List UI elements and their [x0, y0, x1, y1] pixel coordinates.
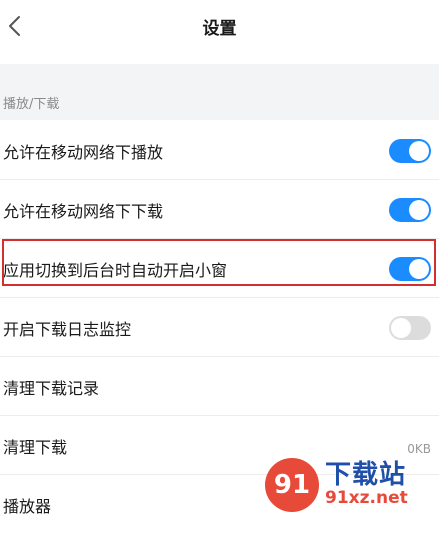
watermark-name: 下载站: [325, 460, 407, 490]
section-label: 播放/下载: [3, 97, 60, 112]
site-watermark: 91 下载站 91xz.net: [265, 452, 435, 514]
toggle-switch-mobile-download[interactable]: [389, 197, 431, 222]
settings-row-mobile-download[interactable]: 允许在移动网络下下载: [0, 180, 439, 239]
settings-row-download-log[interactable]: 开启下载日志监控: [0, 298, 439, 357]
settings-row-clear-history[interactable]: 清理下载记录: [0, 357, 439, 416]
page-title: 设置: [202, 19, 237, 39]
row-label: 清理下载: [3, 437, 68, 457]
toggle-knob: [409, 199, 429, 220]
watermark-logo-icon: 91: [265, 458, 319, 512]
settings-row-mobile-play[interactable]: 允许在移动网络下播放: [0, 121, 439, 180]
row-label: 清理下载记录: [3, 378, 100, 398]
toggle-knob: [409, 258, 429, 279]
row-label: 允许在移动网络下播放: [3, 142, 164, 162]
toggle-knob: [391, 317, 411, 338]
row-label: 播放器: [3, 496, 52, 516]
section-header: 播放/下载: [0, 64, 439, 120]
row-label: 应用切换到后台时自动开启小窗: [3, 260, 228, 280]
settings-row-auto-mini-window[interactable]: 应用切换到后台时自动开启小窗: [0, 239, 439, 298]
row-label: 开启下载日志监控: [3, 319, 132, 339]
toggle-switch-auto-mini-window[interactable]: [389, 256, 431, 281]
row-label: 允许在移动网络下下载: [3, 201, 164, 221]
toggle-switch-mobile-play[interactable]: [389, 138, 431, 163]
toggle-switch-download-log[interactable]: [389, 315, 431, 340]
watermark-url: 91xz.net: [325, 488, 408, 508]
toggle-knob: [409, 140, 429, 161]
top-bar: 设置: [0, 0, 439, 64]
